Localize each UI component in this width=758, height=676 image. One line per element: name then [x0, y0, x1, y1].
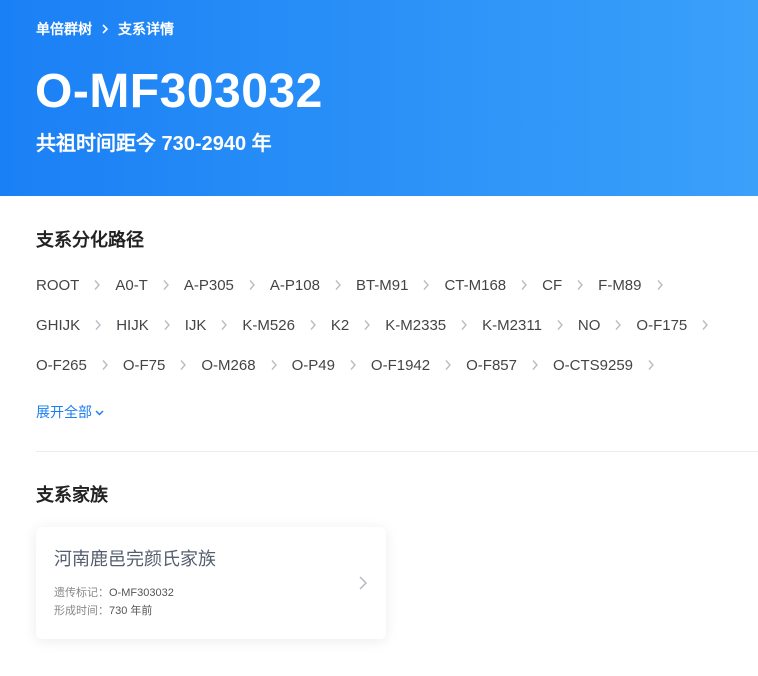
- page-title: O-MF303032: [35, 65, 323, 118]
- branch-path-node[interactable]: GHIJK: [36, 305, 116, 345]
- tmrca-subtitle: 共祖时间距今 730-2940 年: [36, 133, 272, 155]
- branch-path-node[interactable]: O-F175: [636, 305, 723, 345]
- branch-path-node[interactable]: O-F857: [466, 345, 553, 385]
- chevron-right-icon: [642, 265, 678, 305]
- branch-path-node[interactable]: A0-T: [115, 265, 184, 305]
- formation-time-row: 形成时间：730 年前: [54, 604, 152, 618]
- branch-path-node-label: K2: [330, 316, 350, 334]
- branch-path-node[interactable]: CT-M168: [444, 265, 542, 305]
- chevron-right-icon: [335, 345, 371, 385]
- chevron-right-icon: [349, 305, 385, 345]
- chevron-right-icon: [80, 305, 116, 345]
- branch-path-node[interactable]: K-M2311: [482, 305, 578, 345]
- branch-path-node-label: O-F175: [636, 316, 688, 334]
- clan-card[interactable]: 河南鹿邑完颜氏家族 遗传标记：O-MF303032 形成时间：730 年前: [36, 527, 386, 639]
- chevron-down-icon: [95, 409, 104, 416]
- chevron-right-icon: [430, 345, 466, 385]
- branch-path-node-label: O-F1942: [370, 356, 431, 374]
- chevron-right-icon: [256, 345, 292, 385]
- genetic-marker-label: 遗传标记：: [54, 587, 109, 599]
- chevron-right-icon: [408, 265, 444, 305]
- chevron-right-icon: [149, 305, 185, 345]
- expand-all-button[interactable]: 展开全部: [36, 403, 104, 421]
- branch-path-node[interactable]: K-M2335: [385, 305, 482, 345]
- branch-path-node[interactable]: O-CTS9259: [553, 345, 669, 385]
- branch-path-node-label: A-P108: [269, 276, 320, 294]
- branch-path-node[interactable]: BT-M91: [356, 265, 445, 305]
- chevron-right-icon: [234, 265, 270, 305]
- branch-path-node-label: BT-M91: [355, 276, 409, 294]
- chevron-right-icon: [79, 265, 115, 305]
- chevron-right-icon: [206, 305, 242, 345]
- branch-path-node-label: O-F265: [36, 356, 87, 374]
- chevron-right-icon: [517, 345, 553, 385]
- branch-path-node-label: K-M2335: [385, 316, 447, 334]
- header-banner: 单倍群树 支系详情 O-MF303032 共祖时间距今 730-2940 年: [0, 0, 758, 196]
- branch-path-node[interactable]: NO: [578, 305, 637, 345]
- expand-all-label: 展开全部: [36, 404, 92, 420]
- chevron-right-icon: [359, 576, 368, 590]
- genetic-marker-row: 遗传标记：O-MF303032: [54, 586, 174, 600]
- branch-path-node[interactable]: O-F1942: [371, 345, 466, 385]
- breadcrumb-item-haplogroup-tree[interactable]: 单倍群树: [36, 19, 92, 39]
- branch-path-node-label: O-CTS9259: [552, 356, 634, 374]
- branch-path-node[interactable]: ROOT: [36, 265, 115, 305]
- chevron-right-icon: [165, 345, 201, 385]
- chevron-right-icon: [542, 305, 578, 345]
- chevron-right-icon: [687, 305, 723, 345]
- branch-path-node[interactable]: K2: [331, 305, 385, 345]
- branch-path-node-label: O-M268: [201, 356, 256, 374]
- branch-path-list: ROOT A0-T A-P305 A-P108 BT-M91 CT-M168 CF F-M89…: [36, 265, 736, 385]
- clan-name: 河南鹿邑完颜氏家族: [54, 549, 216, 569]
- chevron-right-icon: [506, 265, 542, 305]
- breadcrumb: 单倍群树 支系详情: [36, 20, 174, 38]
- formation-time-label: 形成时间：: [54, 605, 109, 617]
- branch-path-node-label: K-M526: [242, 316, 295, 334]
- branch-path-node-label: ROOT: [36, 276, 80, 294]
- section-divider: [36, 451, 758, 452]
- branch-path-node-label: IJK: [184, 316, 207, 334]
- branch-path-node-label: O-F857: [466, 356, 517, 374]
- branch-path-node[interactable]: O-F75: [123, 345, 202, 385]
- branch-path-node-label: HIJK: [116, 316, 149, 334]
- branch-path-node[interactable]: K-M526: [242, 305, 331, 345]
- branch-path-node[interactable]: O-P49: [292, 345, 371, 385]
- branch-path-node-label: F-M89: [598, 276, 642, 294]
- branch-path-node-label: K-M2311: [482, 316, 542, 334]
- branch-path-node[interactable]: O-F265: [36, 345, 123, 385]
- chevron-right-icon: [320, 265, 356, 305]
- chevron-right-icon: [446, 305, 482, 345]
- branch-path-node[interactable]: A-P305: [184, 265, 270, 305]
- formation-time-value: 730 年前: [109, 605, 153, 617]
- branch-path-node-label: O-P49: [291, 356, 335, 374]
- branch-path-node[interactable]: F-M89: [598, 265, 677, 305]
- section-title-branch-path: 支系分化路径: [36, 230, 144, 250]
- branch-path-node[interactable]: IJK: [185, 305, 243, 345]
- branch-path-node[interactable]: A-P108: [270, 265, 356, 305]
- breadcrumb-item-branch-detail: 支系详情: [118, 21, 174, 37]
- branch-path-node-label: CT-M168: [444, 276, 507, 294]
- chevron-right-icon: [87, 345, 123, 385]
- branch-path-node-label: GHIJK: [36, 316, 81, 334]
- branch-path-node[interactable]: HIJK: [116, 305, 185, 345]
- chevron-right-icon: [633, 345, 669, 385]
- branch-path-node-label: O-F75: [122, 356, 166, 374]
- branch-path-node[interactable]: O-M268: [201, 345, 291, 385]
- chevron-right-icon: [148, 265, 184, 305]
- genetic-marker-value: O-MF303032: [109, 587, 174, 599]
- chevron-right-icon: [562, 265, 598, 305]
- section-title-clan: 支系家族: [36, 485, 108, 505]
- branch-path-node-label: A0-T: [115, 276, 148, 294]
- branch-path-node-label: CF: [542, 276, 563, 294]
- branch-path-node-label: A-P305: [183, 276, 234, 294]
- branch-path-node-label: NO: [577, 316, 601, 334]
- chevron-right-icon: [92, 20, 118, 38]
- branch-path-node[interactable]: CF: [542, 265, 598, 305]
- chevron-right-icon: [295, 305, 331, 345]
- chevron-right-icon: [600, 305, 636, 345]
